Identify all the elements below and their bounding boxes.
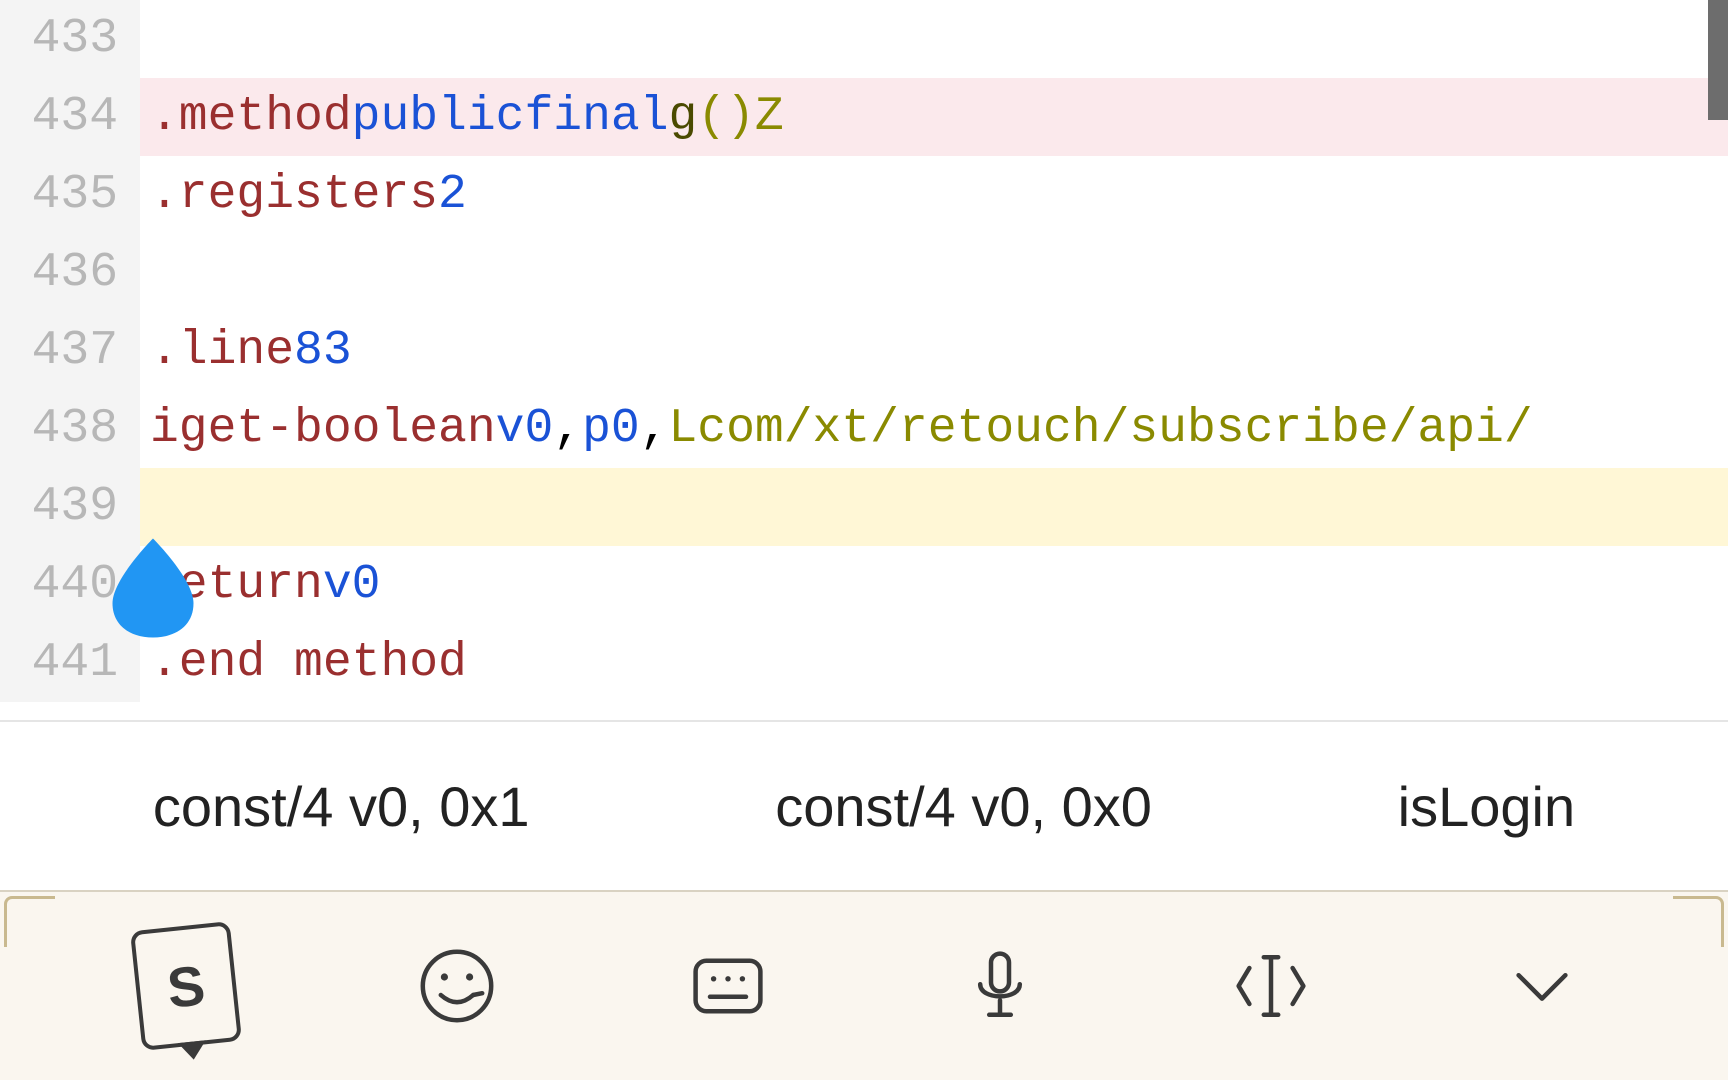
ime-toolbar: S — [0, 890, 1728, 1080]
code-content[interactable]: iget-boolean v0, p0, Lcom/xt/retouch/sub… — [140, 390, 1728, 468]
line-number: 435 — [0, 156, 140, 234]
code-line[interactable]: 435 .registers 2 — [0, 156, 1728, 234]
code-content[interactable]: .method public final g()Z — [140, 78, 1728, 156]
cursor-move-icon[interactable] — [1216, 931, 1326, 1041]
line-number: 439 — [0, 468, 140, 546]
code-line[interactable]: 434.method public final g()Z — [0, 78, 1728, 156]
code-content[interactable] — [140, 0, 1728, 78]
suggestion-item[interactable]: const/4 v0, 0x0 — [745, 774, 1182, 839]
sogou-logo-icon: S — [130, 921, 242, 1051]
code-line[interactable]: 441.end method — [0, 624, 1728, 702]
suggestion-item[interactable]: const/4 v0, 0x1 — [123, 774, 560, 839]
code-line[interactable]: 440 return v0 — [0, 546, 1728, 624]
code-content[interactable]: .registers 2 — [140, 156, 1728, 234]
keyboard-icon[interactable] — [673, 931, 783, 1041]
code-content[interactable]: return v0 — [140, 546, 1728, 624]
line-number: 437 — [0, 312, 140, 390]
vertical-scrollbar[interactable] — [1708, 0, 1728, 720]
code-content[interactable] — [140, 468, 1728, 546]
code-content[interactable]: .end method — [140, 624, 1728, 702]
mic-icon[interactable] — [945, 931, 1055, 1041]
code-content[interactable] — [140, 234, 1728, 312]
code-line[interactable]: 439 — [0, 468, 1728, 546]
line-number: 438 — [0, 390, 140, 468]
line-number: 433 — [0, 0, 140, 78]
sogou-logo[interactable]: S — [131, 931, 241, 1041]
line-number: 441 — [0, 624, 140, 702]
suggestion-bar: const/4 v0, 0x1 const/4 v0, 0x0 isLogin — [0, 720, 1728, 890]
suggestion-item[interactable]: isLogin — [1368, 774, 1605, 839]
emoji-icon[interactable] — [402, 931, 512, 1041]
line-number: 436 — [0, 234, 140, 312]
code-line[interactable]: 433 — [0, 0, 1728, 78]
code-line[interactable]: 436 — [0, 234, 1728, 312]
scrollbar-thumb[interactable] — [1708, 0, 1728, 120]
code-content[interactable]: .line 83 — [140, 312, 1728, 390]
code-editor[interactable]: 433434.method public final g()Z435 .regi… — [0, 0, 1728, 720]
line-number: 434 — [0, 78, 140, 156]
chevron-down-icon[interactable] — [1487, 931, 1597, 1041]
code-line[interactable]: 437 .line 83 — [0, 312, 1728, 390]
line-number: 440 — [0, 546, 140, 624]
code-line[interactable]: 438 iget-boolean v0, p0, Lcom/xt/retouch… — [0, 390, 1728, 468]
